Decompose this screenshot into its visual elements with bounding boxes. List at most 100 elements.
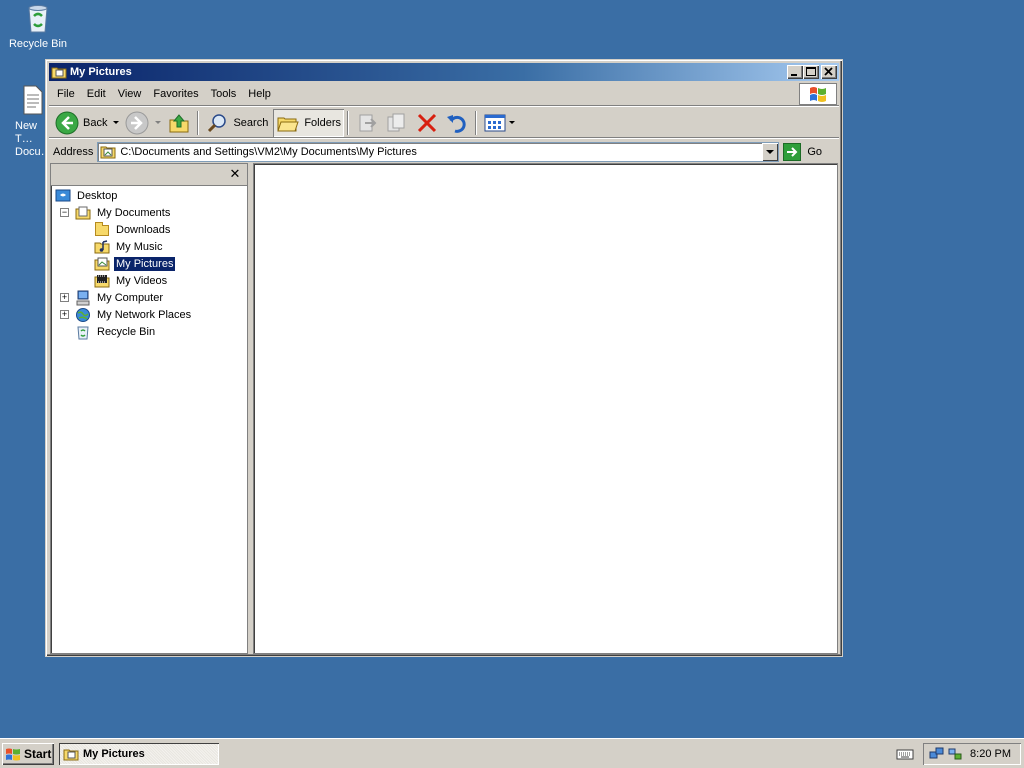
go-arrow-icon xyxy=(783,143,802,161)
window-title: My Pictures xyxy=(70,66,132,78)
forward-arrow-icon xyxy=(125,111,149,134)
taskbar-item-my-pictures[interactable]: My Pictures xyxy=(59,743,219,765)
menu-favorites[interactable]: Favorites xyxy=(147,86,204,102)
search-button[interactable]: Search xyxy=(202,109,271,137)
new-text-document-label: New T… Docu… xyxy=(15,120,48,158)
tree-item-recycle-bin[interactable]: Recycle Bin xyxy=(75,323,157,340)
go-button[interactable]: Go xyxy=(783,143,822,161)
address-label: Address xyxy=(53,146,94,158)
clock[interactable]: 8:20 PM xyxy=(970,748,1011,760)
tree-item-my-pictures[interactable]: My Pictures xyxy=(94,255,176,272)
tree-item-label: My Pictures xyxy=(114,256,176,271)
computer-icon xyxy=(75,290,91,306)
menu-bar: File Edit View Favorites Tools Help xyxy=(49,82,839,106)
toolbar-separator xyxy=(347,110,350,135)
close-button[interactable] xyxy=(821,65,837,79)
recycle-bin-icon xyxy=(75,324,91,340)
menu-tools[interactable]: Tools xyxy=(205,86,243,102)
undo-button[interactable] xyxy=(442,109,472,137)
chevron-down-icon xyxy=(766,150,775,154)
system-tray: 8:20 PM xyxy=(923,743,1021,765)
tree-item-my-videos[interactable]: My Videos xyxy=(94,272,169,289)
tree-item-downloads[interactable]: Downloads xyxy=(94,221,172,238)
network-icon xyxy=(75,307,91,323)
desktop-icon xyxy=(55,188,71,204)
folders-pane: ✕ Desktop − My Documents Downloads My Mu… xyxy=(50,163,248,654)
menu-edit[interactable]: Edit xyxy=(81,86,112,102)
tree-item-my-music[interactable]: My Music xyxy=(94,238,164,255)
delete-button[interactable] xyxy=(412,109,442,137)
tree-item-label: Desktop xyxy=(77,189,118,202)
start-button[interactable]: Start xyxy=(2,743,54,765)
back-button[interactable]: Back xyxy=(52,109,122,137)
tree-item-my-computer[interactable]: My Computer xyxy=(75,289,165,306)
search-label: Search xyxy=(233,116,269,129)
menu-file[interactable]: File xyxy=(51,86,81,102)
tree-item-label: Downloads xyxy=(116,223,171,236)
pictures-folder-icon xyxy=(94,256,110,272)
back-label: Back xyxy=(83,116,108,129)
search-icon xyxy=(208,113,227,132)
windows-flag-icon xyxy=(5,747,21,761)
folders-icon xyxy=(277,117,300,131)
views-button[interactable] xyxy=(480,109,518,137)
folder-icon xyxy=(94,221,110,238)
music-folder-icon xyxy=(94,239,110,255)
copy-to-button[interactable] xyxy=(382,109,412,137)
taskbar-item-label: My Pictures xyxy=(83,748,145,760)
tree-item-label: My Network Places xyxy=(97,308,192,321)
move-to-icon xyxy=(359,114,377,131)
recycle-bin-label: Recycle Bin xyxy=(8,38,68,50)
taskbar: Start My Pictures 8:20 PM xyxy=(0,738,1024,768)
tree-item-desktop[interactable]: Desktop xyxy=(55,187,119,204)
pictures-folder-icon xyxy=(100,146,116,159)
views-dropdown-arrow-icon[interactable] xyxy=(509,121,516,124)
desktop-new-text-document[interactable]: New T… Docu… xyxy=(3,84,48,159)
delete-icon xyxy=(417,113,437,132)
standard-toolbar: Back Search Folders xyxy=(49,108,839,138)
close-icon[interactable]: ✕ xyxy=(228,167,242,181)
menu-view[interactable]: View xyxy=(112,86,148,102)
file-list-pane[interactable] xyxy=(253,163,838,654)
back-arrow-icon xyxy=(55,111,79,134)
toolbar-separator xyxy=(197,110,200,135)
move-to-button[interactable] xyxy=(352,109,382,137)
tree-item-label: My Computer xyxy=(97,291,164,304)
video-folder-icon xyxy=(94,273,110,289)
folders-pane-header: ✕ xyxy=(51,164,247,186)
address-bar: Address C:\Documents and Settings\VM2\My… xyxy=(49,140,839,164)
network-connection-icon[interactable] xyxy=(929,746,945,762)
menu-help[interactable]: Help xyxy=(242,86,277,102)
tree-item-label: My Documents xyxy=(97,206,171,219)
desktop-recycle-bin[interactable]: Recycle Bin xyxy=(3,2,73,51)
collapse-button[interactable]: − xyxy=(60,208,69,217)
up-button[interactable] xyxy=(164,109,194,137)
tree-item-label: My Videos xyxy=(116,274,168,287)
up-folder-icon xyxy=(169,113,189,132)
title-bar[interactable]: My Pictures xyxy=(49,63,839,81)
minimize-button[interactable] xyxy=(787,65,803,79)
expand-button[interactable]: + xyxy=(60,293,69,302)
back-dropdown-arrow-icon[interactable] xyxy=(113,121,120,124)
expand-button[interactable]: + xyxy=(60,310,69,319)
tree-item-label: Recycle Bin xyxy=(97,325,156,338)
network-connection-icon[interactable] xyxy=(947,746,963,762)
recycle-bin-icon xyxy=(22,2,54,34)
start-label: Start xyxy=(24,747,52,761)
forward-dropdown-arrow-icon[interactable] xyxy=(155,121,162,124)
my-documents-icon xyxy=(75,205,91,221)
tree-item-my-network-places[interactable]: My Network Places xyxy=(75,306,193,323)
copy-to-icon xyxy=(387,113,405,131)
folders-button[interactable]: Folders xyxy=(273,108,345,137)
maximize-button[interactable] xyxy=(803,65,819,79)
forward-button[interactable] xyxy=(122,109,164,137)
folder-icon xyxy=(51,65,67,79)
keyboard-icon[interactable] xyxy=(896,746,914,762)
address-dropdown-button[interactable] xyxy=(762,143,779,161)
folder-icon xyxy=(63,749,79,761)
address-field[interactable]: C:\Documents and Settings\VM2\My Documen… xyxy=(97,142,780,162)
toolbar-separator xyxy=(475,110,478,135)
tree-item-my-documents[interactable]: My Documents xyxy=(75,204,172,221)
windows-logo-icon xyxy=(799,83,837,105)
undo-icon xyxy=(447,114,466,133)
